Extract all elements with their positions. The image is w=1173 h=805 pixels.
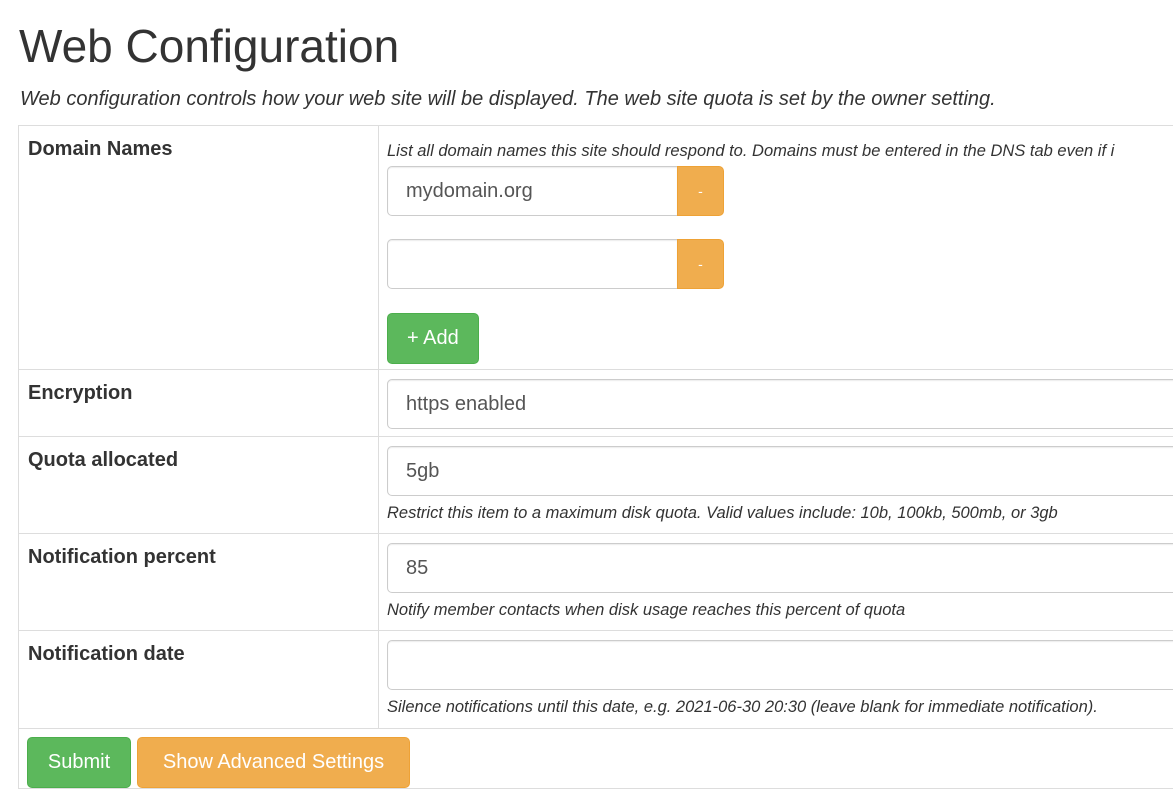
domain-names-help: List all domain names this site should r… — [387, 142, 1115, 160]
remove-domain-button[interactable]: - — [677, 239, 724, 289]
quota-input[interactable] — [387, 446, 1173, 496]
page-description: Web configuration controls how your web … — [20, 88, 996, 110]
notification-date-row: Notification date Silence notifications … — [18, 630, 1173, 729]
notification-percent-label: Notification percent — [18, 533, 379, 631]
quota-label: Quota allocated — [18, 436, 379, 534]
quota-help: Restrict this item to a maximum disk quo… — [387, 504, 1058, 522]
add-domain-button[interactable]: + Add — [387, 313, 479, 364]
domain-entry: - — [387, 239, 1173, 289]
notification-percent-row: Notification percent Notify member conta… — [18, 533, 1173, 631]
domain-names-row: Domain Names List all domain names this … — [18, 125, 1173, 370]
notification-percent-help: Notify member contacts when disk usage r… — [387, 601, 906, 619]
domain-names-label: Domain Names — [18, 125, 379, 370]
show-advanced-settings-button[interactable]: Show Advanced Settings — [137, 737, 410, 788]
notification-date-input[interactable] — [387, 640, 1173, 690]
notification-date-help: Silence notifications until this date, e… — [387, 698, 1098, 716]
domain-input[interactable] — [387, 166, 678, 216]
domain-entry: - — [387, 166, 1173, 216]
quota-row: Quota allocated Restrict this item to a … — [18, 436, 1173, 534]
actions-row: Submit Show Advanced Settings — [18, 728, 1173, 789]
notification-date-label: Notification date — [18, 630, 379, 729]
page-title: Web Configuration — [19, 20, 400, 72]
remove-domain-button[interactable]: - — [677, 166, 724, 216]
web-config-form: Domain Names List all domain names this … — [18, 125, 1173, 789]
notification-percent-input[interactable] — [387, 543, 1173, 593]
submit-button[interactable]: Submit — [27, 737, 131, 788]
encryption-row: Encryption — [18, 369, 1173, 437]
encryption-label: Encryption — [18, 369, 379, 437]
domain-input[interactable] — [387, 239, 678, 289]
encryption-field[interactable] — [387, 379, 1173, 429]
